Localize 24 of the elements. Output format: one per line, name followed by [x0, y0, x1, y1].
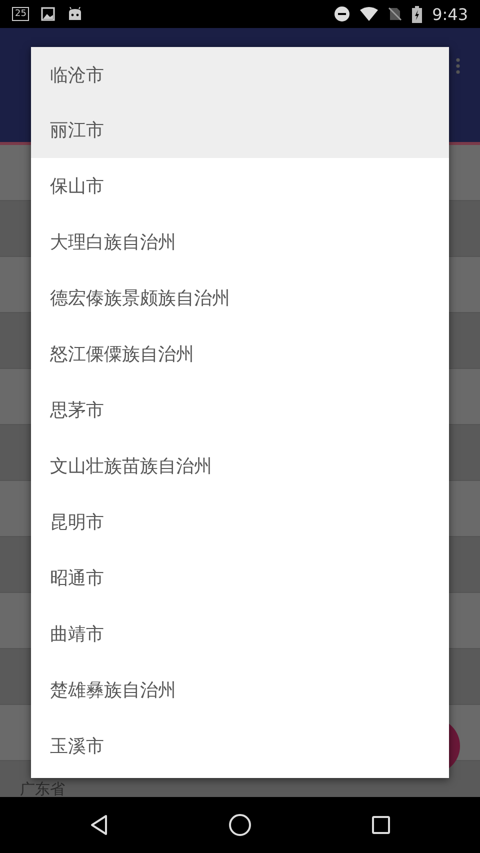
- no-sim-icon: [388, 7, 402, 21]
- city-option[interactable]: 昭通市: [31, 550, 449, 606]
- battery-icon: [412, 6, 422, 22]
- city-option[interactable]: 保山市: [31, 158, 449, 214]
- back-icon[interactable]: [89, 814, 110, 836]
- city-option[interactable]: 思茅市: [31, 382, 449, 438]
- recents-icon[interactable]: [370, 815, 391, 835]
- city-option[interactable]: 曲靖市: [31, 606, 449, 662]
- city-option[interactable]: 楚雄彝族自治州: [31, 662, 449, 718]
- city-option[interactable]: 文山壮族苗族自治州: [31, 438, 449, 494]
- image-icon: [41, 7, 56, 21]
- city-option[interactable]: 怒江傈僳族自治州: [31, 326, 449, 382]
- city-option[interactable]: 大理白族自治州: [31, 214, 449, 270]
- do-not-disturb-icon: [334, 6, 350, 22]
- wifi-icon: [360, 7, 378, 21]
- home-icon[interactable]: [228, 813, 252, 837]
- city-option[interactable]: 昆明市: [31, 494, 449, 550]
- notification-badge: 25: [12, 7, 30, 21]
- city-option[interactable]: 临沧市: [31, 47, 449, 102]
- city-option[interactable]: 玉溪市: [31, 718, 449, 774]
- city-option[interactable]: 丽江市: [31, 102, 449, 158]
- city-option[interactable]: 德宏傣族景颇族自治州: [31, 270, 449, 326]
- robot-icon: [67, 7, 84, 21]
- clock-time: 9:43: [432, 4, 468, 24]
